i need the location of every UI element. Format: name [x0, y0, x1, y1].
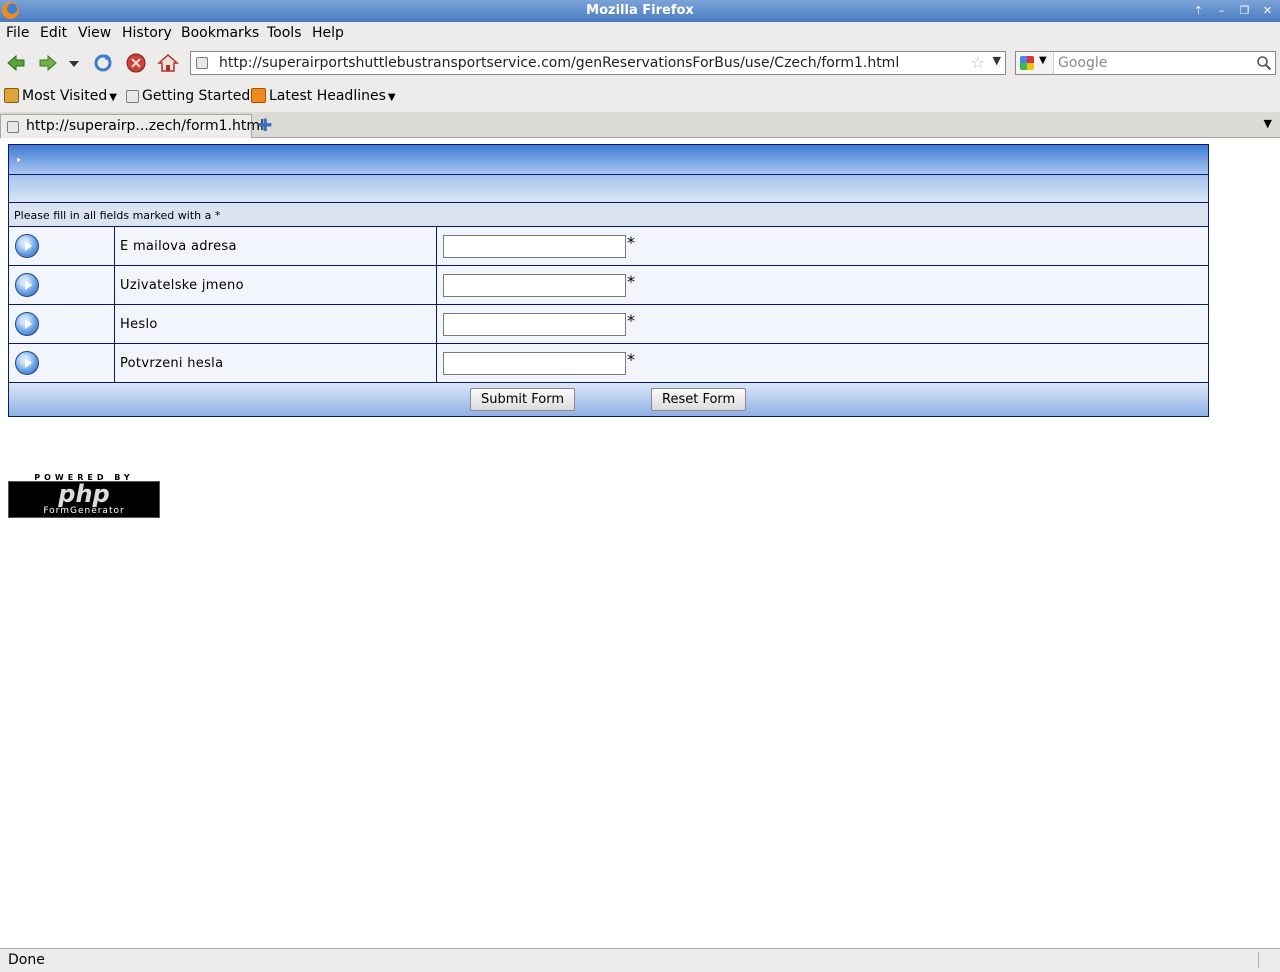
tab-bar: http://superairp...zech/form1.html — [0, 112, 1280, 138]
bookmark-label: Most Visited — [22, 88, 108, 104]
row-icon-cell — [9, 266, 115, 304]
password-input[interactable] — [443, 313, 626, 336]
username-input[interactable] — [443, 274, 626, 297]
registration-form: ▸ Please fill in all fields marked with … — [8, 144, 1209, 417]
page-content: ▸ Please fill in all fields marked with … — [0, 138, 1280, 948]
title-bar: Mozilla Firefox ⇡ – ❐ ✕ — [0, 0, 1280, 22]
chevron-down-icon: ▼ — [387, 92, 396, 103]
required-mark: * — [627, 272, 635, 291]
form-header: ▸ — [9, 145, 1208, 175]
connection-status-icon — [1258, 952, 1276, 968]
forward-icon[interactable] — [37, 52, 59, 74]
chevron-down-icon: ▼ — [1039, 55, 1047, 66]
field-label: Heslo — [120, 317, 158, 332]
status-bar: Done — [0, 948, 1280, 972]
form-row-password: Heslo * — [9, 305, 1208, 344]
form-row-confirm-password: Potvrzeni hesla * — [9, 344, 1208, 383]
required-fields-note: Please fill in all fields marked with a … — [9, 203, 1208, 227]
field-label: Uzivatelske jmeno — [120, 278, 244, 293]
search-engine-selector[interactable]: ▼ — [1016, 52, 1054, 74]
google-icon — [1020, 56, 1034, 70]
tab-active[interactable]: http://superairp...zech/form1.html — [0, 114, 264, 138]
row-icon-cell — [9, 344, 115, 382]
bookmark-most-visited[interactable]: Most Visited ▼ — [4, 88, 117, 104]
arrow-circle-icon — [15, 312, 39, 336]
row-label-cell: E mailova adresa — [115, 227, 437, 265]
menu-bar: File Edit View History Bookmarks Tools H… — [0, 22, 1280, 46]
menu-file[interactable]: File — [6, 25, 29, 41]
minimize-icon[interactable]: – — [1213, 3, 1230, 19]
bookmark-label: Latest Headlines — [269, 88, 386, 104]
new-tab-icon[interactable]: ✚ — [258, 116, 272, 136]
arrow-circle-icon — [15, 351, 39, 375]
arrow-circle-icon — [15, 234, 39, 258]
field-label: Potvrzeni hesla — [120, 356, 224, 371]
menu-help[interactable]: Help — [312, 25, 344, 41]
menu-edit[interactable]: Edit — [40, 25, 67, 41]
submit-form-button[interactable]: Submit Form — [470, 388, 575, 411]
search-box[interactable]: ▼ Google — [1015, 51, 1276, 75]
required-mark: * — [627, 350, 635, 369]
php-logo-box: php FormGenerator — [8, 480, 160, 518]
bookmark-getting-started[interactable]: Getting Started — [126, 88, 250, 104]
menu-bookmarks[interactable]: Bookmarks — [181, 25, 259, 41]
url-text[interactable]: http://superairportshuttlebustransportse… — [219, 55, 899, 71]
rss-icon — [251, 88, 266, 103]
form-subheader — [9, 175, 1208, 203]
page-icon — [126, 90, 139, 103]
search-icon[interactable] — [1256, 55, 1272, 71]
form-row-email: E mailova adresa * — [9, 227, 1208, 266]
browser-window: Mozilla Firefox ⇡ – ❐ ✕ File Edit View H… — [0, 0, 1280, 972]
form-footer: Submit Form Reset Form — [9, 383, 1208, 416]
maximize-icon[interactable]: ❐ — [1236, 3, 1253, 19]
field-label: E mailova adresa — [120, 239, 237, 254]
chevron-down-icon: ▼ — [109, 92, 117, 103]
menu-view[interactable]: View — [78, 25, 111, 41]
row-label-cell: Uzivatelske jmeno — [115, 266, 437, 304]
history-dropdown-icon[interactable] — [64, 52, 84, 74]
row-label-cell: Heslo — [115, 305, 437, 343]
powered-by-php-badge[interactable]: POWERED BY php FormGenerator — [8, 473, 160, 518]
confirm-password-input[interactable] — [443, 352, 626, 375]
menu-history[interactable]: History — [122, 25, 172, 41]
form-row-username: Uzivatelske jmeno * — [9, 266, 1208, 305]
page-icon — [7, 121, 19, 133]
tab-label: http://superairp...zech/form1.html — [26, 118, 264, 134]
bookmark-latest-headlines[interactable]: Latest Headlines ▼ — [251, 88, 396, 104]
email-input[interactable] — [443, 235, 626, 258]
home-icon[interactable] — [157, 52, 179, 74]
php-logo-text: php — [58, 480, 110, 508]
status-text: Done — [8, 952, 45, 968]
form-generator-text: FormGenerator — [43, 506, 125, 516]
back-icon[interactable] — [5, 52, 27, 74]
row-label-cell: Potvrzeni hesla — [115, 344, 437, 382]
bookmarks-toolbar: Most Visited ▼ Getting Started Latest Hea… — [0, 84, 1280, 110]
bookmark-star-icon[interactable]: ☆ — [971, 53, 985, 72]
caret-right-icon: ▸ — [17, 155, 22, 164]
stop-icon[interactable] — [125, 52, 147, 74]
menu-tools[interactable]: Tools — [267, 25, 302, 41]
site-identity-icon[interactable] — [196, 57, 208, 69]
shade-icon[interactable]: ⇡ — [1190, 3, 1207, 19]
close-icon[interactable]: ✕ — [1259, 3, 1276, 19]
reset-form-button[interactable]: Reset Form — [651, 388, 747, 411]
window-title: Mozilla Firefox — [586, 3, 694, 18]
required-mark: * — [627, 233, 635, 252]
row-icon-cell — [9, 305, 115, 343]
tab-list-icon[interactable]: ▼ — [1264, 117, 1272, 130]
bookmark-label: Getting Started — [142, 88, 251, 104]
reload-icon[interactable] — [92, 52, 114, 74]
folder-icon — [4, 88, 19, 103]
arrow-circle-icon — [15, 273, 39, 297]
search-placeholder[interactable]: Google — [1058, 55, 1107, 71]
row-icon-cell — [9, 227, 115, 265]
url-bar[interactable]: http://superairportshuttlebustransportse… — [190, 51, 1006, 75]
url-dropdown-icon[interactable]: ▼ — [993, 54, 1001, 67]
required-mark: * — [627, 311, 635, 330]
